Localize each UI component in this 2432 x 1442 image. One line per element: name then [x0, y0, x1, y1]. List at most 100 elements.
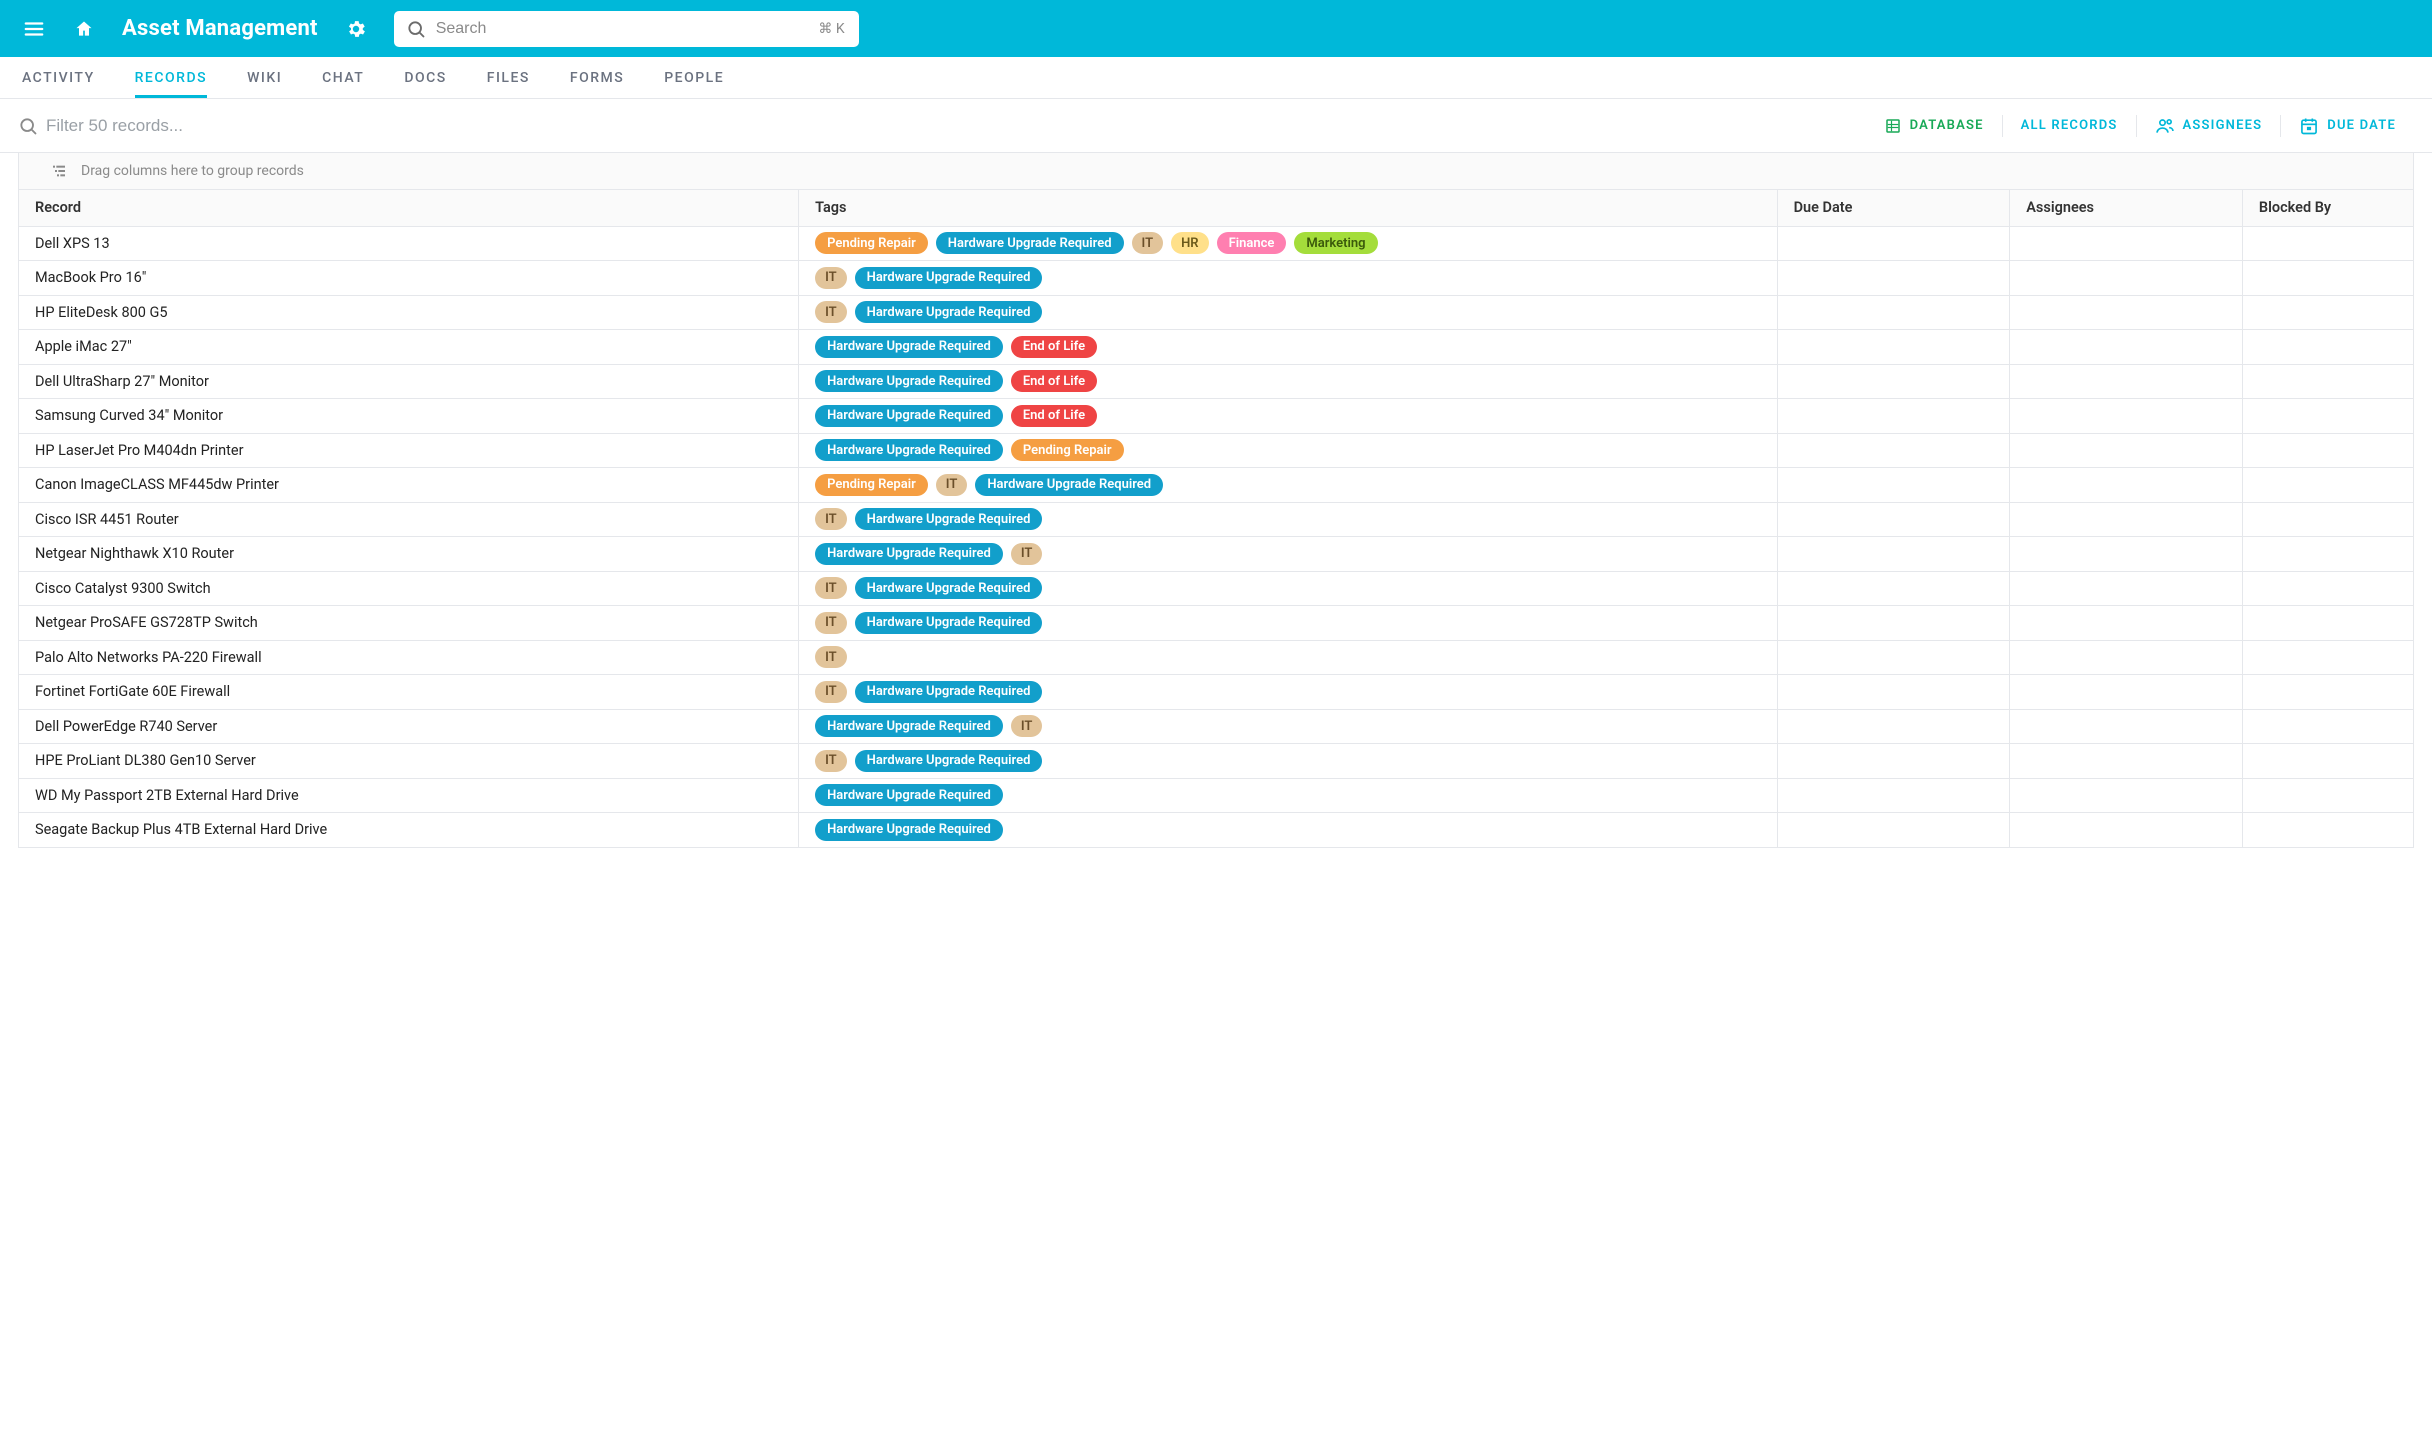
- blocked-by-cell[interactable]: [2242, 433, 2413, 468]
- search-input[interactable]: [394, 11, 859, 47]
- tag-pill[interactable]: End of Life: [1011, 405, 1097, 427]
- assignees-cell[interactable]: [2010, 709, 2243, 744]
- table-row[interactable]: HPE ProLiant DL380 Gen10 ServerITHardwar…: [19, 744, 2414, 779]
- tab-forms[interactable]: FORMS: [570, 57, 624, 98]
- due-date-cell[interactable]: [1777, 226, 2010, 261]
- assignees-action[interactable]: ASSIGNEES: [2137, 112, 2281, 140]
- due-date-cell[interactable]: [1777, 744, 2010, 779]
- tag-pill[interactable]: Hardware Upgrade Required: [815, 370, 1003, 392]
- blocked-by-cell[interactable]: [2242, 606, 2413, 641]
- tag-pill[interactable]: Hardware Upgrade Required: [815, 405, 1003, 427]
- table-row[interactable]: Dell XPS 13Pending RepairHardware Upgrad…: [19, 226, 2414, 261]
- tag-pill[interactable]: Hardware Upgrade Required: [815, 543, 1003, 565]
- group-by-bar[interactable]: Drag columns here to group records: [19, 152, 2413, 190]
- tag-pill[interactable]: End of Life: [1011, 370, 1097, 392]
- table-row[interactable]: Netgear Nighthawk X10 RouterHardware Upg…: [19, 537, 2414, 572]
- tag-pill[interactable]: IT: [815, 750, 847, 772]
- tag-pill[interactable]: HR: [1171, 232, 1208, 254]
- tag-pill[interactable]: Hardware Upgrade Required: [936, 232, 1124, 254]
- tag-pill[interactable]: Hardware Upgrade Required: [815, 439, 1003, 461]
- assignees-cell[interactable]: [2010, 261, 2243, 296]
- record-cell[interactable]: Seagate Backup Plus 4TB External Hard Dr…: [19, 813, 799, 848]
- table-row[interactable]: Dell PowerEdge R740 Server Hardware Upgra…: [19, 709, 2414, 744]
- due-date-cell[interactable]: [1777, 399, 2010, 434]
- due-date-action[interactable]: DUE DATE: [2281, 112, 2414, 140]
- filter-input[interactable]: [46, 116, 386, 136]
- tag-pill[interactable]: IT: [936, 474, 968, 496]
- tab-files[interactable]: FILES: [487, 57, 530, 98]
- tag-pill[interactable]: Finance: [1217, 232, 1287, 254]
- blocked-by-cell[interactable]: [2242, 502, 2413, 537]
- due-date-cell[interactable]: [1777, 571, 2010, 606]
- blocked-by-cell[interactable]: [2242, 468, 2413, 503]
- due-date-cell[interactable]: [1777, 433, 2010, 468]
- blocked-by-cell[interactable]: [2242, 709, 2413, 744]
- assignees-cell[interactable]: [2010, 330, 2243, 365]
- assignees-cell[interactable]: [2010, 571, 2243, 606]
- table-row[interactable]: Cisco ISR 4451 RouterITHardware Upgrade …: [19, 502, 2414, 537]
- tag-pill[interactable]: Hardware Upgrade Required: [855, 577, 1043, 599]
- tag-pill[interactable]: IT: [815, 577, 847, 599]
- blocked-by-cell[interactable]: [2242, 744, 2413, 779]
- tag-pill[interactable]: Hardware Upgrade Required: [815, 715, 1003, 737]
- col-header-blocked[interactable]: Blocked By: [2242, 190, 2413, 226]
- col-header-due[interactable]: Due Date: [1777, 190, 2010, 226]
- settings-icon[interactable]: [344, 17, 368, 41]
- due-date-cell[interactable]: [1777, 606, 2010, 641]
- assignees-cell[interactable]: [2010, 813, 2243, 848]
- tab-chat[interactable]: CHAT: [322, 57, 364, 98]
- tag-pill[interactable]: IT: [815, 267, 847, 289]
- blocked-by-cell[interactable]: [2242, 399, 2413, 434]
- due-date-cell[interactable]: [1777, 261, 2010, 296]
- record-cell[interactable]: Canon ImageCLASS MF445dw Printer: [19, 468, 799, 503]
- tag-pill[interactable]: Pending Repair: [815, 474, 928, 496]
- col-header-record[interactable]: Record: [19, 190, 799, 226]
- tag-pill[interactable]: Pending Repair: [1011, 439, 1124, 461]
- table-row[interactable]: Apple iMac 27"Hardware Upgrade RequiredE…: [19, 330, 2414, 365]
- table-row[interactable]: HP LaserJet Pro M404dn PrinterHardware U…: [19, 433, 2414, 468]
- tag-pill[interactable]: IT: [815, 301, 847, 323]
- blocked-by-cell[interactable]: [2242, 640, 2413, 675]
- assignees-cell[interactable]: [2010, 778, 2243, 813]
- tag-pill[interactable]: IT: [815, 646, 847, 668]
- table-row[interactable]: Samsung Curved 34" Monitor Hardware Upgra…: [19, 399, 2414, 434]
- due-date-cell[interactable]: [1777, 502, 2010, 537]
- assignees-cell[interactable]: [2010, 433, 2243, 468]
- assignees-cell[interactable]: [2010, 537, 2243, 572]
- tab-docs[interactable]: DOCS: [404, 57, 446, 98]
- due-date-cell[interactable]: [1777, 640, 2010, 675]
- record-cell[interactable]: Dell PowerEdge R740 Server: [19, 709, 799, 744]
- due-date-cell[interactable]: [1777, 537, 2010, 572]
- tag-pill[interactable]: IT: [815, 681, 847, 703]
- blocked-by-cell[interactable]: [2242, 226, 2413, 261]
- tag-pill[interactable]: IT: [1011, 715, 1043, 737]
- tag-pill[interactable]: Hardware Upgrade Required: [855, 508, 1043, 530]
- record-cell[interactable]: Dell XPS 13: [19, 226, 799, 261]
- tag-pill[interactable]: Marketing: [1294, 232, 1377, 254]
- all-records-action[interactable]: ALL RECORDS: [2003, 112, 2136, 140]
- record-cell[interactable]: Netgear ProSAFE GS728TP Switch: [19, 606, 799, 641]
- record-cell[interactable]: Samsung Curved 34" Monitor: [19, 399, 799, 434]
- tag-pill[interactable]: Hardware Upgrade Required: [855, 750, 1043, 772]
- tab-activity[interactable]: ACTIVITY: [22, 57, 95, 98]
- table-row[interactable]: Canon ImageCLASS MF445dw Printer Pending …: [19, 468, 2414, 503]
- blocked-by-cell[interactable]: [2242, 571, 2413, 606]
- record-cell[interactable]: Dell UltraSharp 27" Monitor: [19, 364, 799, 399]
- blocked-by-cell[interactable]: [2242, 261, 2413, 296]
- record-cell[interactable]: MacBook Pro 16": [19, 261, 799, 296]
- blocked-by-cell[interactable]: [2242, 813, 2413, 848]
- home-icon[interactable]: [72, 17, 96, 41]
- table-row[interactable]: Dell UltraSharp 27" Monitor Hardware Upgr…: [19, 364, 2414, 399]
- due-date-cell[interactable]: [1777, 330, 2010, 365]
- tag-pill[interactable]: IT: [1132, 232, 1164, 254]
- assignees-cell[interactable]: [2010, 226, 2243, 261]
- due-date-cell[interactable]: [1777, 709, 2010, 744]
- col-header-tags[interactable]: Tags: [799, 190, 1778, 226]
- tag-pill[interactable]: Hardware Upgrade Required: [855, 301, 1043, 323]
- assignees-cell[interactable]: [2010, 606, 2243, 641]
- assignees-cell[interactable]: [2010, 364, 2243, 399]
- due-date-cell[interactable]: [1777, 295, 2010, 330]
- blocked-by-cell[interactable]: [2242, 537, 2413, 572]
- tag-pill[interactable]: Hardware Upgrade Required: [975, 474, 1163, 496]
- tab-records[interactable]: RECORDS: [135, 57, 207, 98]
